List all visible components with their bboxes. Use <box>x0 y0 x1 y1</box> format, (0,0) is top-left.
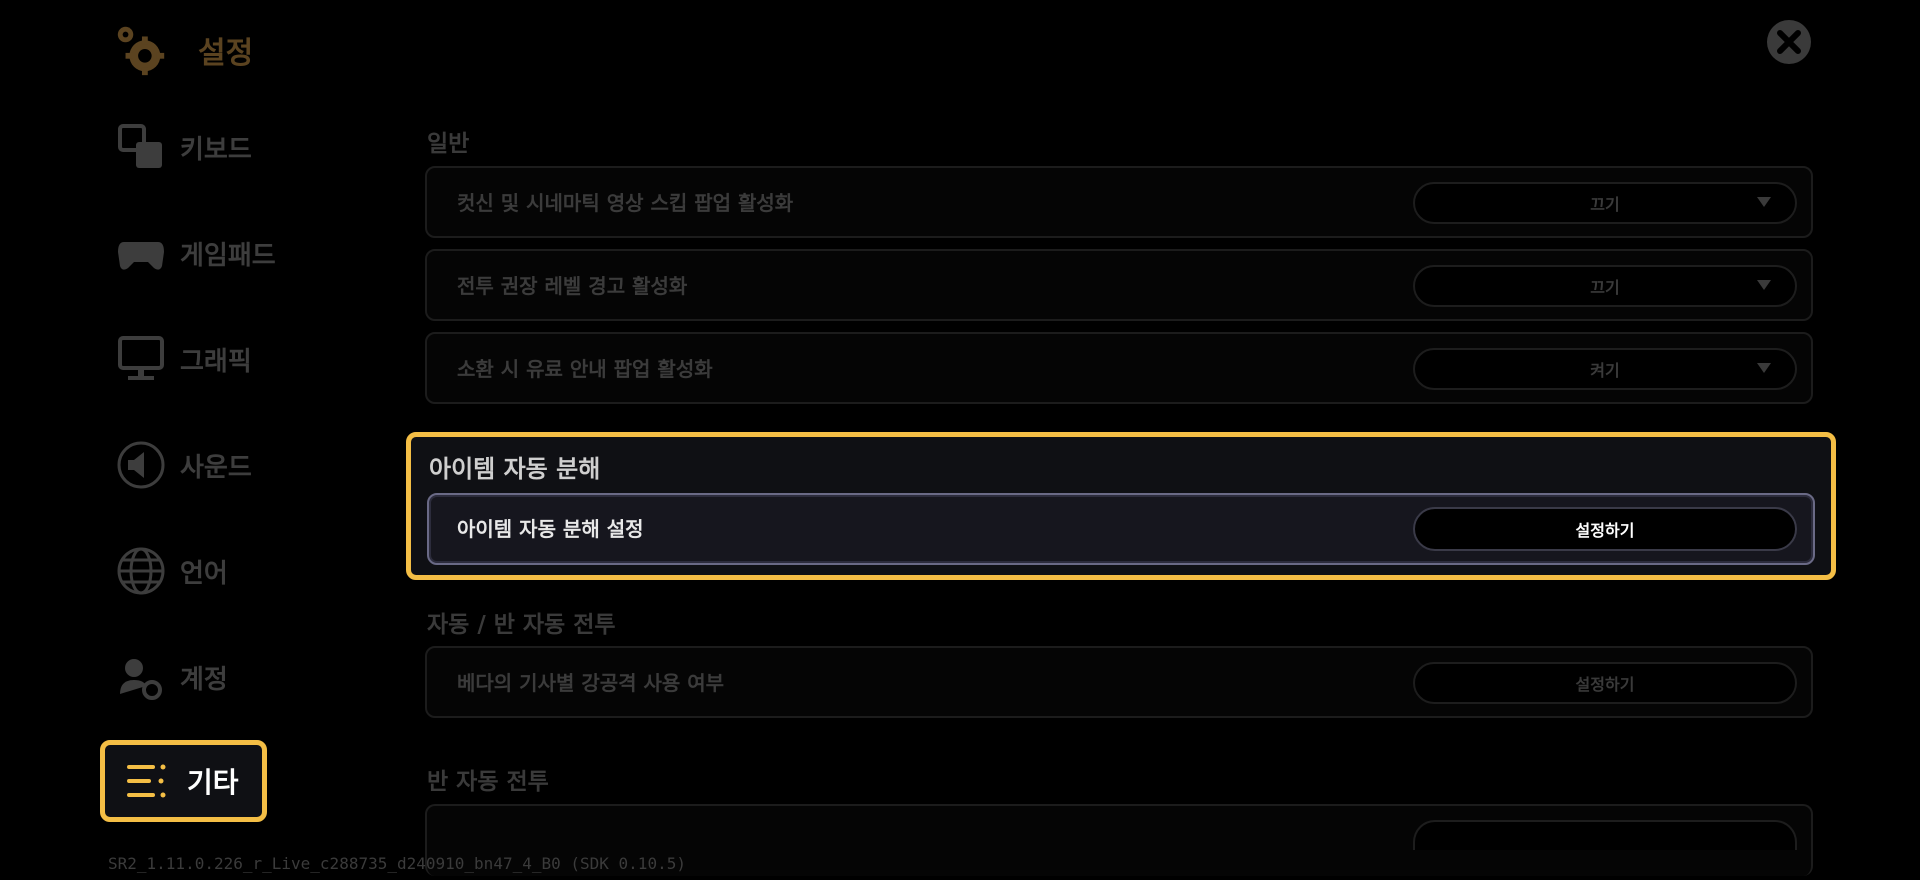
setting-label: 베다의 기사별 강공격 사용 여부 <box>457 671 725 695</box>
setting-row: 컷신 및 시네마틱 영상 스킵 팝업 활성화 끄기 <box>425 166 1813 238</box>
section-title-auto-battle: 자동 / 반 자동 전투 <box>427 612 616 638</box>
gear-icon <box>117 26 165 76</box>
gamepad-icon <box>116 228 166 278</box>
dropdown-value: 끄기 <box>1590 278 1620 297</box>
dropdown-value: 끄기 <box>1590 195 1620 214</box>
sidebar-item-label: 그래픽 <box>180 346 252 377</box>
auto-dismantle-section: 아이템 자동 분해 아이템 자동 분해 설정 설정하기 <box>406 432 1836 580</box>
setting-control-partial[interactable] <box>1413 820 1797 850</box>
section-title-semi-auto-battle: 반 자동 전투 <box>427 769 549 795</box>
setting-dropdown[interactable]: 켜기 <box>1413 348 1797 390</box>
account-icon <box>116 652 166 702</box>
setting-dropdown[interactable]: 끄기 <box>1413 182 1797 224</box>
setting-row: 아이템 자동 분해 설정 설정하기 <box>427 493 1815 565</box>
chevron-down-icon <box>1757 280 1771 290</box>
chevron-down-icon <box>1757 197 1771 207</box>
sidebar-item-sound[interactable]: 사운드 <box>116 434 306 496</box>
section-title-general: 일반 <box>427 131 470 157</box>
auto-dismantle-settings-button[interactable]: 설정하기 <box>1413 507 1797 551</box>
sidebar-item-etc[interactable]: 기타 <box>100 740 267 822</box>
sidebar-item-gamepad[interactable]: 게임패드 <box>116 222 306 284</box>
dropdown-value: 켜기 <box>1590 361 1620 380</box>
setting-label: 소환 시 유료 안내 팝업 활성화 <box>457 357 713 381</box>
sidebar-item-label: 계정 <box>180 664 228 695</box>
speaker-icon <box>116 440 166 490</box>
strong-attack-settings-button[interactable]: 설정하기 <box>1413 662 1797 704</box>
setting-dropdown[interactable]: 끄기 <box>1413 265 1797 307</box>
setting-row: 소환 시 유료 안내 팝업 활성화 켜기 <box>425 332 1813 404</box>
sidebar-item-graphics[interactable]: 그래픽 <box>116 328 306 390</box>
sidebar-item-label: 기타 <box>187 766 239 799</box>
version-label: SR2_1.11.0.226_r_Live_c288735_d240910_bn… <box>108 854 686 873</box>
keyboard-icon <box>116 122 166 172</box>
sidebar-item-account[interactable]: 계정 <box>116 646 306 708</box>
sidebar-item-label: 게임패드 <box>180 240 276 271</box>
close-icon[interactable] <box>1765 18 1813 66</box>
setting-row: 베다의 기사별 강공격 사용 여부 설정하기 <box>425 646 1813 718</box>
sidebar-item-language[interactable]: 언어 <box>116 540 306 602</box>
sidebar-item-label: 사운드 <box>180 452 252 483</box>
chevron-down-icon <box>1757 363 1771 373</box>
monitor-icon <box>116 334 166 384</box>
setting-row: 전투 권장 레벨 경고 활성화 끄기 <box>425 249 1813 321</box>
globe-icon <box>116 546 166 596</box>
section-title-auto-dismantle: 아이템 자동 분해 <box>429 455 601 483</box>
sidebar-item-label: 언어 <box>180 558 228 589</box>
setting-label: 전투 권장 레벨 경고 활성화 <box>457 274 688 298</box>
sidebar-item-keyboard[interactable]: 키보드 <box>116 116 306 178</box>
setting-label: 컷신 및 시네마틱 영상 스킵 팝업 활성화 <box>457 191 794 215</box>
sidebar-item-label: 키보드 <box>180 134 252 165</box>
menu-icon <box>127 764 166 798</box>
page-title: 설정 <box>198 36 254 71</box>
setting-label: 아이템 자동 분해 설정 <box>457 517 644 541</box>
settings-header: 설정 <box>112 18 253 82</box>
